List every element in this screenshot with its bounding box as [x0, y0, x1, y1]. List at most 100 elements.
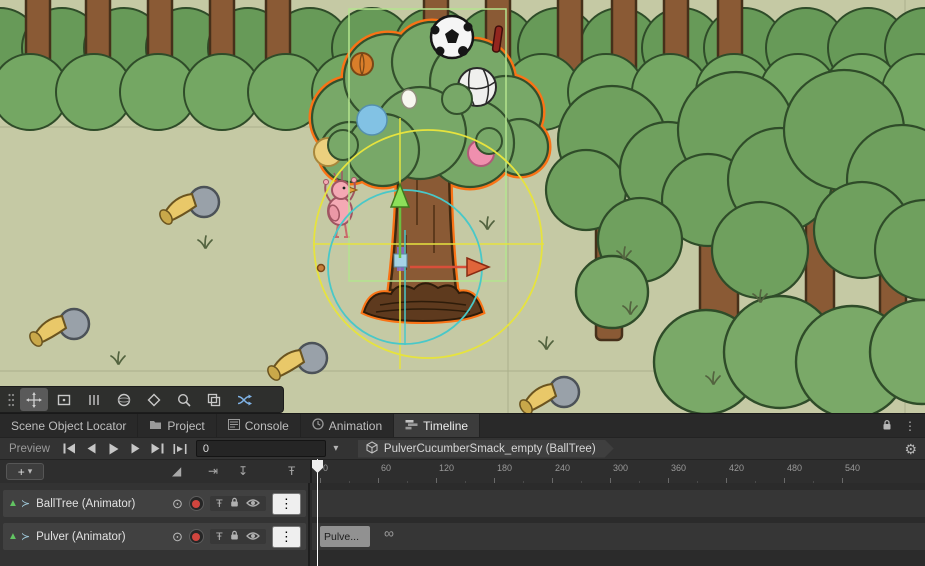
track-name: Pulver (Animator): [36, 531, 166, 543]
marker-out-icon[interactable]: ↧: [232, 464, 254, 478]
ruler-tick-label: 60: [381, 463, 391, 473]
timeline-icon: [405, 419, 418, 433]
object-picker-icon[interactable]: ⊙: [172, 496, 183, 512]
gear-icon[interactable]: ⚙: [904, 442, 917, 456]
cube-icon: [366, 441, 378, 457]
infinite-clip-indicator: ∞: [384, 525, 394, 541]
rect-tool-button[interactable]: [50, 388, 78, 411]
sphere-gizmo-tool-button[interactable]: [110, 388, 138, 411]
frame-options-dropdown[interactable]: ▾: [326, 438, 346, 460]
ruler-tick-label: 360: [671, 463, 686, 473]
kebab-menu-icon[interactable]: ⋮: [272, 493, 301, 515]
clock-icon: [312, 418, 324, 433]
animation-track-icon: ▲: [8, 498, 18, 509]
track-lane[interactable]: [312, 490, 925, 517]
track-type-arrow-icon: ≻: [21, 497, 30, 510]
chevron-down-icon: ▾: [28, 467, 33, 476]
tab-label: Project: [167, 419, 204, 433]
track-name: BallTree (Animator): [36, 498, 166, 510]
console-icon: [228, 419, 240, 433]
add-label: +: [18, 466, 25, 478]
playhead-line: [317, 459, 318, 566]
record-dot: [192, 533, 200, 541]
ruler-tick-label: 240: [555, 463, 570, 473]
tab-project[interactable]: Project: [138, 414, 216, 437]
pumpkin-object[interactable]: [351, 53, 373, 75]
move-tool-button[interactable]: [20, 388, 48, 411]
scene-tools-overlay: [0, 386, 284, 413]
play-button[interactable]: [103, 438, 125, 460]
ruler-tick-label: 0: [323, 463, 328, 473]
search-tool-button[interactable]: [170, 388, 198, 411]
kebab-menu-icon[interactable]: ⋮: [272, 526, 301, 548]
blue-ball-object[interactable]: [357, 105, 387, 135]
scene-canvas[interactable]: [0, 0, 925, 413]
ruler-tick-label: 540: [845, 463, 860, 473]
scene-view[interactable]: [0, 0, 925, 413]
track-option-group: Ŧ: [210, 496, 266, 511]
track-row[interactable]: ▲ ≻ BallTree (Animator) ⊙ Ŧ ⋮: [3, 490, 306, 517]
unity-editor-window: Scene Object Locator Project Console Ani…: [0, 0, 925, 566]
ruler-tick-label: 120: [439, 463, 454, 473]
current-frame-input[interactable]: 0: [196, 440, 326, 457]
timeline-breadcrumb[interactable]: PulverCucumberSmack_empty (BallTree): [358, 440, 614, 458]
lock-icon[interactable]: [230, 497, 239, 510]
next-frame-button[interactable]: [125, 438, 147, 460]
folder-icon: [149, 419, 162, 433]
pin-icon[interactable]: Ŧ: [216, 498, 223, 510]
ruler-tick-label: 480: [787, 463, 802, 473]
soccer-ball-object[interactable]: [431, 16, 474, 58]
tab-label: Scene Object Locator: [11, 419, 126, 433]
timeline-ruler[interactable]: 0 60 120 180 240 300 360 420 480 540: [310, 460, 925, 484]
eye-icon[interactable]: [246, 498, 260, 510]
record-button[interactable]: [189, 529, 204, 544]
panel-tab-bar: Scene Object Locator Project Console Ani…: [0, 413, 925, 437]
transport-controls: [59, 438, 191, 460]
drag-handle-icon[interactable]: [4, 388, 18, 411]
track-row[interactable]: ▲ ≻ Pulver (Animator) ⊙ Ŧ ⋮: [3, 523, 306, 550]
track-lane[interactable]: Pulve... ∞: [312, 523, 925, 550]
object-picker-icon[interactable]: ⊙: [172, 529, 183, 545]
kebab-menu-icon[interactable]: ⋮: [904, 420, 916, 432]
track-header-column: ▲ ≻ BallTree (Animator) ⊙ Ŧ ⋮ ▲ ≻ Pulver…: [0, 483, 310, 566]
shuffle-tool-button[interactable]: [230, 388, 258, 411]
ruler-tick-label: 180: [497, 463, 512, 473]
tab-console[interactable]: Console: [217, 414, 301, 437]
tab-animation[interactable]: Animation: [301, 414, 394, 437]
timeline-header-row: + ▾ ◢ ⇥ ↧ Ŧ 0 60 120 180 240 300 360 420 480 540: [0, 459, 925, 483]
lock-icon[interactable]: [882, 419, 892, 433]
probuilder-tool-button[interactable]: [140, 388, 168, 411]
tab-label: Animation: [329, 419, 382, 433]
previous-frame-button[interactable]: [81, 438, 103, 460]
timeline-toolbar: Preview 0 ▾ PulverCucumberSmack_empty (B…: [0, 437, 925, 459]
grid-tool-button[interactable]: [80, 388, 108, 411]
tabbar-controls: ⋮: [882, 414, 925, 437]
tab-label: Timeline: [423, 419, 468, 433]
pin-icon[interactable]: Ŧ: [216, 531, 223, 543]
animation-track-icon: ▲: [8, 531, 18, 542]
ruler-tick-label: 420: [729, 463, 744, 473]
lock-icon[interactable]: [230, 530, 239, 543]
record-button[interactable]: [189, 496, 204, 511]
preview-toggle-button[interactable]: Preview: [0, 443, 59, 455]
track-type-arrow-icon: ≻: [21, 530, 30, 543]
tab-label: Console: [245, 419, 289, 433]
add-track-button[interactable]: + ▾: [6, 463, 44, 480]
ruler-tick-label: 300: [613, 463, 628, 473]
tab-timeline[interactable]: Timeline: [394, 414, 480, 437]
track-option-group: Ŧ: [210, 529, 266, 544]
markers-toggle-icon[interactable]: Ŧ: [282, 464, 301, 478]
goto-end-button[interactable]: [147, 438, 169, 460]
eye-icon[interactable]: [246, 531, 260, 543]
timeline-body: Pulve... ∞ ▲ ≻ BallTree (Animator) ⊙ Ŧ ⋮…: [0, 483, 925, 566]
marker-in-icon[interactable]: ⇥: [202, 464, 224, 478]
curves-view-icon[interactable]: ◢: [166, 464, 187, 478]
breadcrumb-label: PulverCucumberSmack_empty (BallTree): [384, 443, 596, 455]
frame-value: 0: [203, 443, 209, 455]
layers-tool-button[interactable]: [200, 388, 228, 411]
goto-start-button[interactable]: [59, 438, 81, 460]
play-range-button[interactable]: [169, 438, 191, 460]
animation-clip[interactable]: Pulve...: [320, 526, 370, 547]
tab-scene-object-locator[interactable]: Scene Object Locator: [0, 414, 138, 437]
record-dot: [192, 500, 200, 508]
